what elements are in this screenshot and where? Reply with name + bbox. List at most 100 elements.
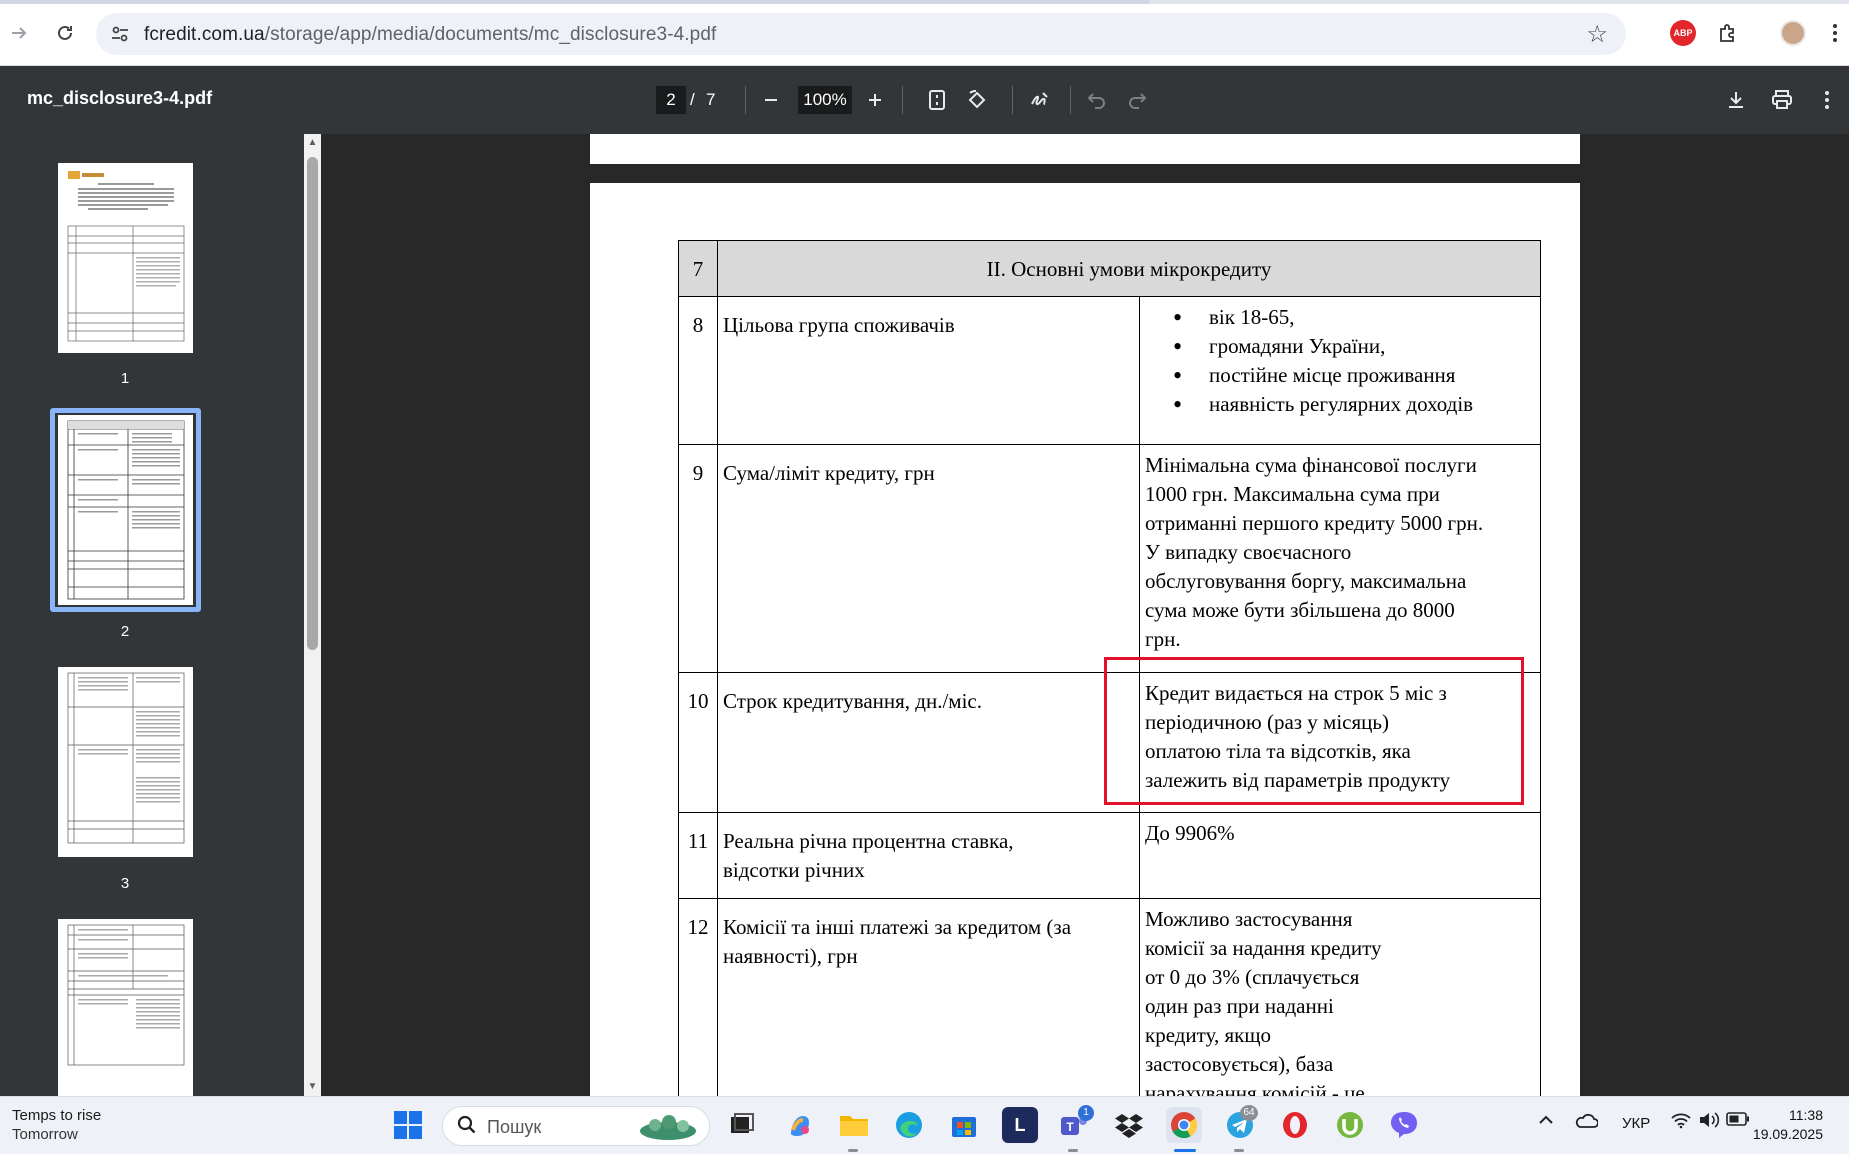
more-actions-icon[interactable] (1811, 84, 1843, 116)
section-heading: ІІ. Основні умови мікрокредиту (717, 240, 1541, 297)
volume-icon[interactable] (1698, 1111, 1720, 1133)
wifi-icon[interactable] (1670, 1111, 1692, 1133)
text-line: 1000 грн. Максимальна сума при (1145, 482, 1440, 506)
row-number: 9 (678, 444, 718, 673)
table-row: 7 ІІ. Основні умови мікрокредиту (678, 240, 1541, 297)
list-item: наявність регулярних доходів (1173, 390, 1534, 419)
rotate-icon[interactable] (961, 84, 993, 116)
scroll-up-arrow-icon[interactable]: ▲ (307, 137, 318, 148)
weather-title: Temps to rise (12, 1107, 102, 1124)
weather-widget[interactable]: Temps to rise Tomorrow (12, 1106, 101, 1144)
page-thumbnail-label: 2 (120, 623, 130, 640)
url-path: /storage/app/media/documents/mc_disclosu… (264, 24, 717, 45)
task-view-icon[interactable] (724, 1107, 760, 1143)
chrome-icon[interactable] (1166, 1107, 1202, 1143)
show-hidden-icons-chevron-icon[interactable] (1538, 1113, 1554, 1130)
toolbar-divider (1012, 86, 1013, 114)
forward-icon[interactable] (2, 16, 36, 50)
running-indicator (848, 1149, 858, 1152)
address-bar[interactable]: fcredit.com.ua/storage/app/media/documen… (96, 13, 1626, 55)
lingvo-app-icon[interactable]: L (1002, 1107, 1038, 1143)
windows-start-icon[interactable] (390, 1107, 426, 1143)
row-value: До 9906% (1139, 812, 1541, 899)
text-line: сума може бути збільшена до 8000 (1145, 598, 1455, 622)
text-line: от 0 до 3% (сплачується (1145, 965, 1360, 989)
bookmark-star-icon[interactable]: ☆ (1586, 20, 1608, 49)
utorrent-icon[interactable] (1332, 1107, 1368, 1143)
system-clock[interactable]: 11:38 19.09.2025 (1753, 1106, 1823, 1144)
tab-strip (0, 0, 1849, 4)
zoom-out-icon[interactable] (755, 84, 787, 116)
redo-icon[interactable] (1121, 84, 1153, 116)
row-value: Можливо застосування комісії за надання … (1139, 898, 1541, 1096)
zoom-in-icon[interactable] (859, 84, 891, 116)
battery-icon[interactable] (1726, 1112, 1750, 1130)
print-icon[interactable] (1766, 84, 1798, 116)
page-thumbnail-4[interactable] (58, 919, 193, 1096)
text-line: застосовується), база (1145, 1052, 1334, 1076)
copilot-icon[interactable] (782, 1107, 818, 1143)
list-item: постійне місце проживання (1173, 361, 1534, 390)
onedrive-cloud-icon[interactable] (1574, 1111, 1599, 1133)
table-row: 8 Цільова група споживачів вік 18-65, гр… (678, 296, 1541, 445)
table-row: 9 Сума/ліміт кредиту, грн Мінімальна сум… (678, 444, 1541, 673)
row-value: Мінімальна сума фінансової послуги 1000 … (1139, 444, 1541, 673)
zoom-level-input[interactable]: 100% (798, 86, 852, 114)
teams-notification-badge: 1 (1078, 1105, 1094, 1121)
taskbar-search-box[interactable]: Пошук (442, 1106, 710, 1146)
toolbar-divider (902, 86, 903, 114)
url-text: fcredit.com.ua/storage/app/media/documen… (144, 24, 716, 46)
extensions-puzzle-icon[interactable] (1715, 20, 1741, 46)
text-line: комісії за надання кредиту (1145, 936, 1382, 960)
previous-page-edge (590, 134, 1580, 164)
row-number: 12 (678, 898, 718, 1096)
pdf-toolbar: mc_disclosure3-4.pdf 2 / 7 100% (0, 66, 1849, 134)
input-language-indicator[interactable]: УКР (1622, 1115, 1650, 1132)
page-thumbnail-label: 1 (120, 370, 130, 387)
site-info-icon[interactable] (108, 22, 132, 46)
target-group-list: вік 18-65, громадяни України, постійне м… (1145, 303, 1534, 419)
page-thumbnail-1[interactable] (58, 163, 193, 353)
download-icon[interactable] (1720, 84, 1752, 116)
list-item: громадяни України, (1173, 332, 1534, 361)
text-line: Можливо застосування (1145, 907, 1353, 931)
page-thumbnail-2[interactable] (58, 415, 193, 605)
file-explorer-icon[interactable] (836, 1107, 872, 1143)
toolbar-divider (1070, 86, 1071, 114)
row-number: 7 (678, 240, 718, 297)
fit-to-page-icon[interactable] (921, 84, 953, 116)
clock-time: 11:38 (1789, 1107, 1823, 1123)
dropbox-icon[interactable] (1111, 1107, 1147, 1143)
sidebar-scroll-thumb[interactable] (307, 157, 318, 650)
opera-icon[interactable] (1277, 1107, 1313, 1143)
profile-avatar[interactable] (1780, 20, 1806, 46)
row-value: вік 18-65, громадяни України, постійне м… (1139, 296, 1541, 445)
pdf-viewer[interactable]: 7 ІІ. Основні умови мікрокредиту 8 Цільо… (321, 134, 1849, 1096)
page-thumbnail-3[interactable] (58, 667, 193, 857)
windows-taskbar: Temps to rise Tomorrow Пошук L T 1 64 УК… (0, 1096, 1849, 1154)
browser-toolbar: fcredit.com.ua/storage/app/media/documen… (0, 0, 1849, 66)
text-line: У випадку своєчасного (1145, 540, 1352, 564)
active-tab-edge[interactable] (0, 0, 1150, 4)
chrome-menu-icon[interactable] (1825, 20, 1845, 46)
edge-browser-icon[interactable] (891, 1107, 927, 1143)
annotate-pen-icon[interactable] (1024, 84, 1056, 116)
text-line: До 9906% (1145, 821, 1235, 845)
text-line: отриманні першого кредиту 5000 грн. (1145, 511, 1484, 535)
row-label: Строк кредитування, дн./міс. (717, 672, 1140, 813)
table-row: 11 Реальна річна процентна ставка, відсо… (678, 812, 1541, 899)
scroll-down-arrow-icon[interactable]: ▼ (307, 1081, 318, 1092)
microsoft-store-icon[interactable] (946, 1107, 982, 1143)
undo-icon[interactable] (1081, 84, 1113, 116)
abp-label: ABP (1673, 28, 1693, 38)
clock-date: 19.09.2025 (1752, 1126, 1823, 1142)
search-placeholder: Пошук (487, 1117, 542, 1137)
text-line: відсотки річних (723, 858, 865, 882)
adblock-plus-icon[interactable]: ABP (1670, 20, 1696, 46)
text-line: кредиту, якщо (1145, 1023, 1271, 1047)
page-number-input[interactable]: 2 (656, 86, 686, 114)
text-line: один раз при наданні (1145, 994, 1334, 1018)
reload-icon[interactable] (48, 16, 82, 50)
text-line: обслуговування боргу, максимальна (1145, 569, 1467, 593)
viber-icon[interactable] (1386, 1107, 1422, 1143)
